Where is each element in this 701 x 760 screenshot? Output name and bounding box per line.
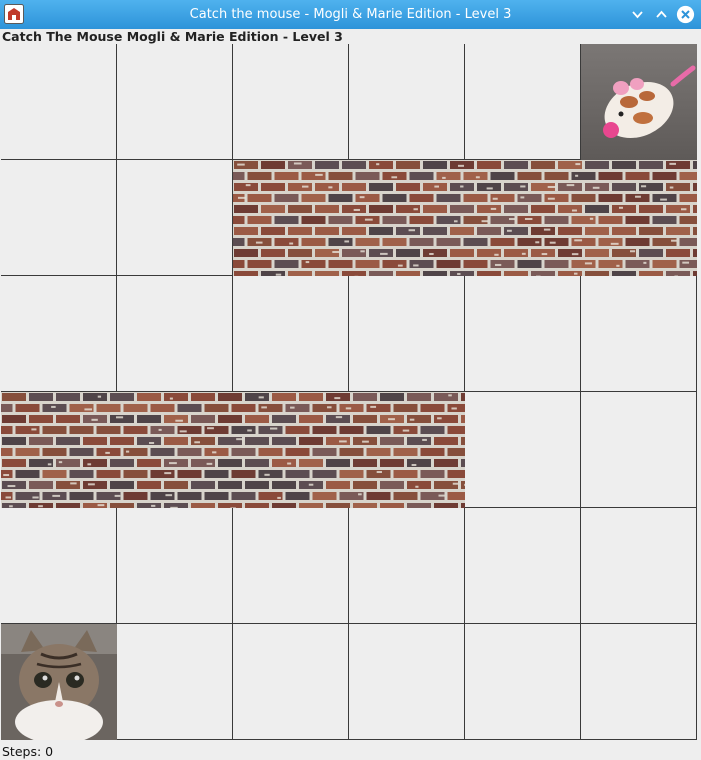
grid-cell[interactable] [465,508,581,624]
grid-cell[interactable] [581,624,697,740]
minimize-icon[interactable] [628,5,647,24]
window-title: Catch the mouse - Mogli & Marie Edition … [189,7,512,22]
grid-cell[interactable] [117,44,233,160]
grid-cell[interactable] [349,276,465,392]
grid-cell[interactable] [581,276,697,392]
mouse-icon [581,44,697,160]
grid-cell[interactable] [117,160,233,276]
grid-cell[interactable] [465,392,581,508]
grid-cell[interactable] [233,44,349,160]
close-icon[interactable] [676,5,695,24]
brick-wall [233,160,697,276]
grid-cell[interactable] [1,508,117,624]
grid-cell[interactable] [349,624,465,740]
grid-cell[interactable] [1,276,117,392]
cat-icon [1,624,117,740]
grid-cell[interactable] [465,624,581,740]
maximize-icon[interactable] [652,5,671,24]
brick-wall [1,392,465,508]
grid-cell[interactable] [233,508,349,624]
steps-counter: Steps: 0 [2,744,54,759]
grid-cell[interactable] [581,508,697,624]
grid-cell[interactable] [233,276,349,392]
grid-cell[interactable] [581,392,697,508]
grid-cell[interactable] [117,508,233,624]
grid-cell[interactable] [1,160,117,276]
grid-cell[interactable] [465,44,581,160]
grid-cell[interactable] [349,508,465,624]
grid-cell[interactable] [465,276,581,392]
grid-cell[interactable] [1,44,117,160]
grid-cell[interactable] [233,624,349,740]
game-board[interactable] [1,44,700,744]
grid-cell[interactable] [117,276,233,392]
grid-cell[interactable] [117,624,233,740]
grid-cell[interactable] [349,44,465,160]
title-bar[interactable]: Catch the mouse - Mogli & Marie Edition … [0,0,701,29]
game-header: Catch The Mouse Mogli & Marie Edition - … [2,29,343,44]
